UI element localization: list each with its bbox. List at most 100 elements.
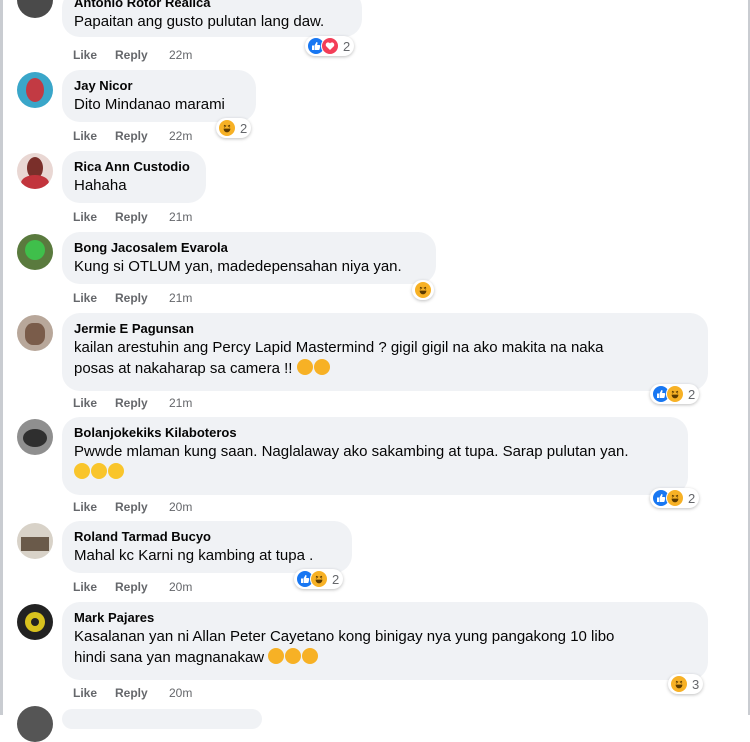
- comment-emoji-line: [74, 462, 676, 483]
- comment-bubble: Rica Ann Custodio Hahaha: [62, 151, 206, 203]
- avatar[interactable]: [17, 0, 53, 18]
- comment-author[interactable]: Bong Jacosalem Evarola: [74, 239, 424, 256]
- comment-actions: Like Reply 21m: [73, 209, 192, 225]
- comment-text-continued: hindi sana yan magnanakaw: [74, 649, 265, 666]
- comment-text-line: posas at nakaharap sa camera !!: [74, 358, 696, 379]
- haha-icon: [670, 675, 688, 693]
- comment-timestamp[interactable]: 21m: [169, 291, 192, 305]
- reaction-count: 2: [240, 120, 248, 136]
- smile-emoji: [74, 463, 90, 479]
- laughing-emoji: [296, 359, 313, 375]
- comment-bubble: Jermie E Pagunsan kailan arestuhin ang P…: [62, 313, 708, 391]
- reaction-count: 2: [343, 38, 351, 54]
- comment-text: Papaitan ang gusto pulutan lang daw.: [74, 13, 325, 30]
- reply-button[interactable]: Reply: [115, 209, 169, 225]
- window-edge-left: [0, 0, 3, 715]
- reply-button[interactable]: Reply: [115, 128, 169, 144]
- reaction-summary[interactable]: [412, 280, 434, 300]
- smile-emoji: [91, 463, 107, 479]
- like-button[interactable]: Like: [73, 47, 115, 63]
- haha-icon: [218, 119, 236, 137]
- comment-actions: Like Reply 21m: [73, 395, 192, 411]
- reaction-summary[interactable]: 2: [650, 384, 700, 404]
- comment-bubble: Antonio Rotor Realica Papaitan ang gusto…: [62, 0, 362, 37]
- reply-button[interactable]: Reply: [115, 290, 169, 306]
- comment-actions: Like Reply 21m: [73, 290, 192, 306]
- comment-timestamp[interactable]: 22m: [169, 48, 192, 62]
- reaction-count: 2: [688, 490, 696, 506]
- haha-icon: [666, 489, 684, 507]
- comment-actions: Like Reply 20m: [73, 579, 192, 595]
- haha-icon: [310, 570, 328, 588]
- comment-actions: Like Reply 20m: [73, 499, 192, 515]
- comment-timestamp[interactable]: 20m: [169, 686, 192, 700]
- comment-bubble: [62, 709, 262, 729]
- laughing-emoji: [313, 359, 330, 375]
- comment-bubble: Mark Pajares Kasalanan yan ni Allan Pete…: [62, 602, 708, 680]
- comment-bubble: Bolanjokekiks Kilaboteros Pwwde mlaman k…: [62, 417, 688, 495]
- reaction-summary[interactable]: 2: [216, 118, 252, 138]
- haha-icon: [414, 281, 432, 299]
- comment-text: kailan arestuhin ang Percy Lapid Masterm…: [74, 339, 604, 356]
- comment-timestamp[interactable]: 22m: [169, 129, 192, 143]
- reaction-summary[interactable]: 2: [294, 569, 344, 589]
- comment-text: Dito Mindanao marami: [74, 96, 225, 113]
- comment-text: Kasalanan yan ni Allan Peter Cayetano ko…: [74, 628, 615, 645]
- comment-actions: Like Reply 22m: [73, 128, 192, 144]
- comment-text: Pwwde mlaman kung saan. Naglalaway ako s…: [74, 443, 629, 460]
- avatar[interactable]: [17, 604, 53, 640]
- avatar[interactable]: [17, 153, 53, 189]
- avatar[interactable]: [17, 706, 53, 742]
- reaction-summary[interactable]: 2: [305, 36, 355, 56]
- avatar[interactable]: [17, 234, 53, 270]
- reply-button[interactable]: Reply: [115, 395, 169, 411]
- comment-timestamp[interactable]: 20m: [169, 500, 192, 514]
- comment-actions: Like Reply 20m: [73, 685, 192, 701]
- reply-button[interactable]: Reply: [115, 579, 169, 595]
- comment-bubble: Jay Nicor Dito Mindanao marami: [62, 70, 256, 122]
- haha-icon: [666, 385, 684, 403]
- like-button[interactable]: Like: [73, 128, 115, 144]
- like-button[interactable]: Like: [73, 499, 115, 515]
- comment-author[interactable]: Roland Tarmad Bucyo: [74, 528, 340, 545]
- like-button[interactable]: Like: [73, 685, 115, 701]
- comment-author[interactable]: Jay Nicor: [74, 77, 244, 94]
- avatar[interactable]: [17, 523, 53, 559]
- comment-author[interactable]: Bolanjokekiks Kilaboteros: [74, 424, 676, 441]
- comment-bubble: Roland Tarmad Bucyo Mahal kc Karni ng ka…: [62, 521, 352, 573]
- reply-button[interactable]: Reply: [115, 47, 169, 63]
- comment-text: Kung si OTLUM yan, madedepensahan niya y…: [74, 258, 402, 275]
- comment-timestamp[interactable]: 20m: [169, 580, 192, 594]
- reaction-count: 2: [332, 571, 340, 587]
- like-button[interactable]: Like: [73, 290, 115, 306]
- comment-timestamp[interactable]: 21m: [169, 396, 192, 410]
- like-button[interactable]: Like: [73, 395, 115, 411]
- comment-text: Mahal kc Karni ng kambing at tupa .: [74, 547, 314, 564]
- reaction-summary[interactable]: 2: [650, 488, 700, 508]
- comment-text: Hahaha: [74, 177, 127, 194]
- comment-author[interactable]: Mark Pajares: [74, 609, 696, 626]
- comment-actions: Like Reply 22m: [73, 47, 192, 63]
- reply-button[interactable]: Reply: [115, 499, 169, 515]
- laughing-emoji: [302, 648, 319, 664]
- like-button[interactable]: Like: [73, 209, 115, 225]
- laughing-emoji: [268, 648, 285, 664]
- comment-author[interactable]: Antonio Rotor Realica: [74, 0, 350, 11]
- comment-text-continued: posas at nakaharap sa camera !!: [74, 360, 293, 377]
- comment-author[interactable]: Jermie E Pagunsan: [74, 320, 696, 337]
- comment-bubble: Bong Jacosalem Evarola Kung si OTLUM yan…: [62, 232, 436, 284]
- love-icon: [321, 37, 339, 55]
- avatar[interactable]: [17, 419, 53, 455]
- smile-emoji: [108, 463, 124, 479]
- reaction-count: 3: [692, 676, 700, 692]
- like-button[interactable]: Like: [73, 579, 115, 595]
- reply-button[interactable]: Reply: [115, 685, 169, 701]
- comment-timestamp[interactable]: 21m: [169, 210, 192, 224]
- laughing-emoji: [285, 648, 302, 664]
- reaction-count: 2: [688, 386, 696, 402]
- comment-text-line: hindi sana yan magnanakaw: [74, 647, 696, 668]
- avatar[interactable]: [17, 315, 53, 351]
- reaction-summary[interactable]: 3: [668, 674, 704, 694]
- comment-author[interactable]: Rica Ann Custodio: [74, 158, 194, 175]
- avatar[interactable]: [17, 72, 53, 108]
